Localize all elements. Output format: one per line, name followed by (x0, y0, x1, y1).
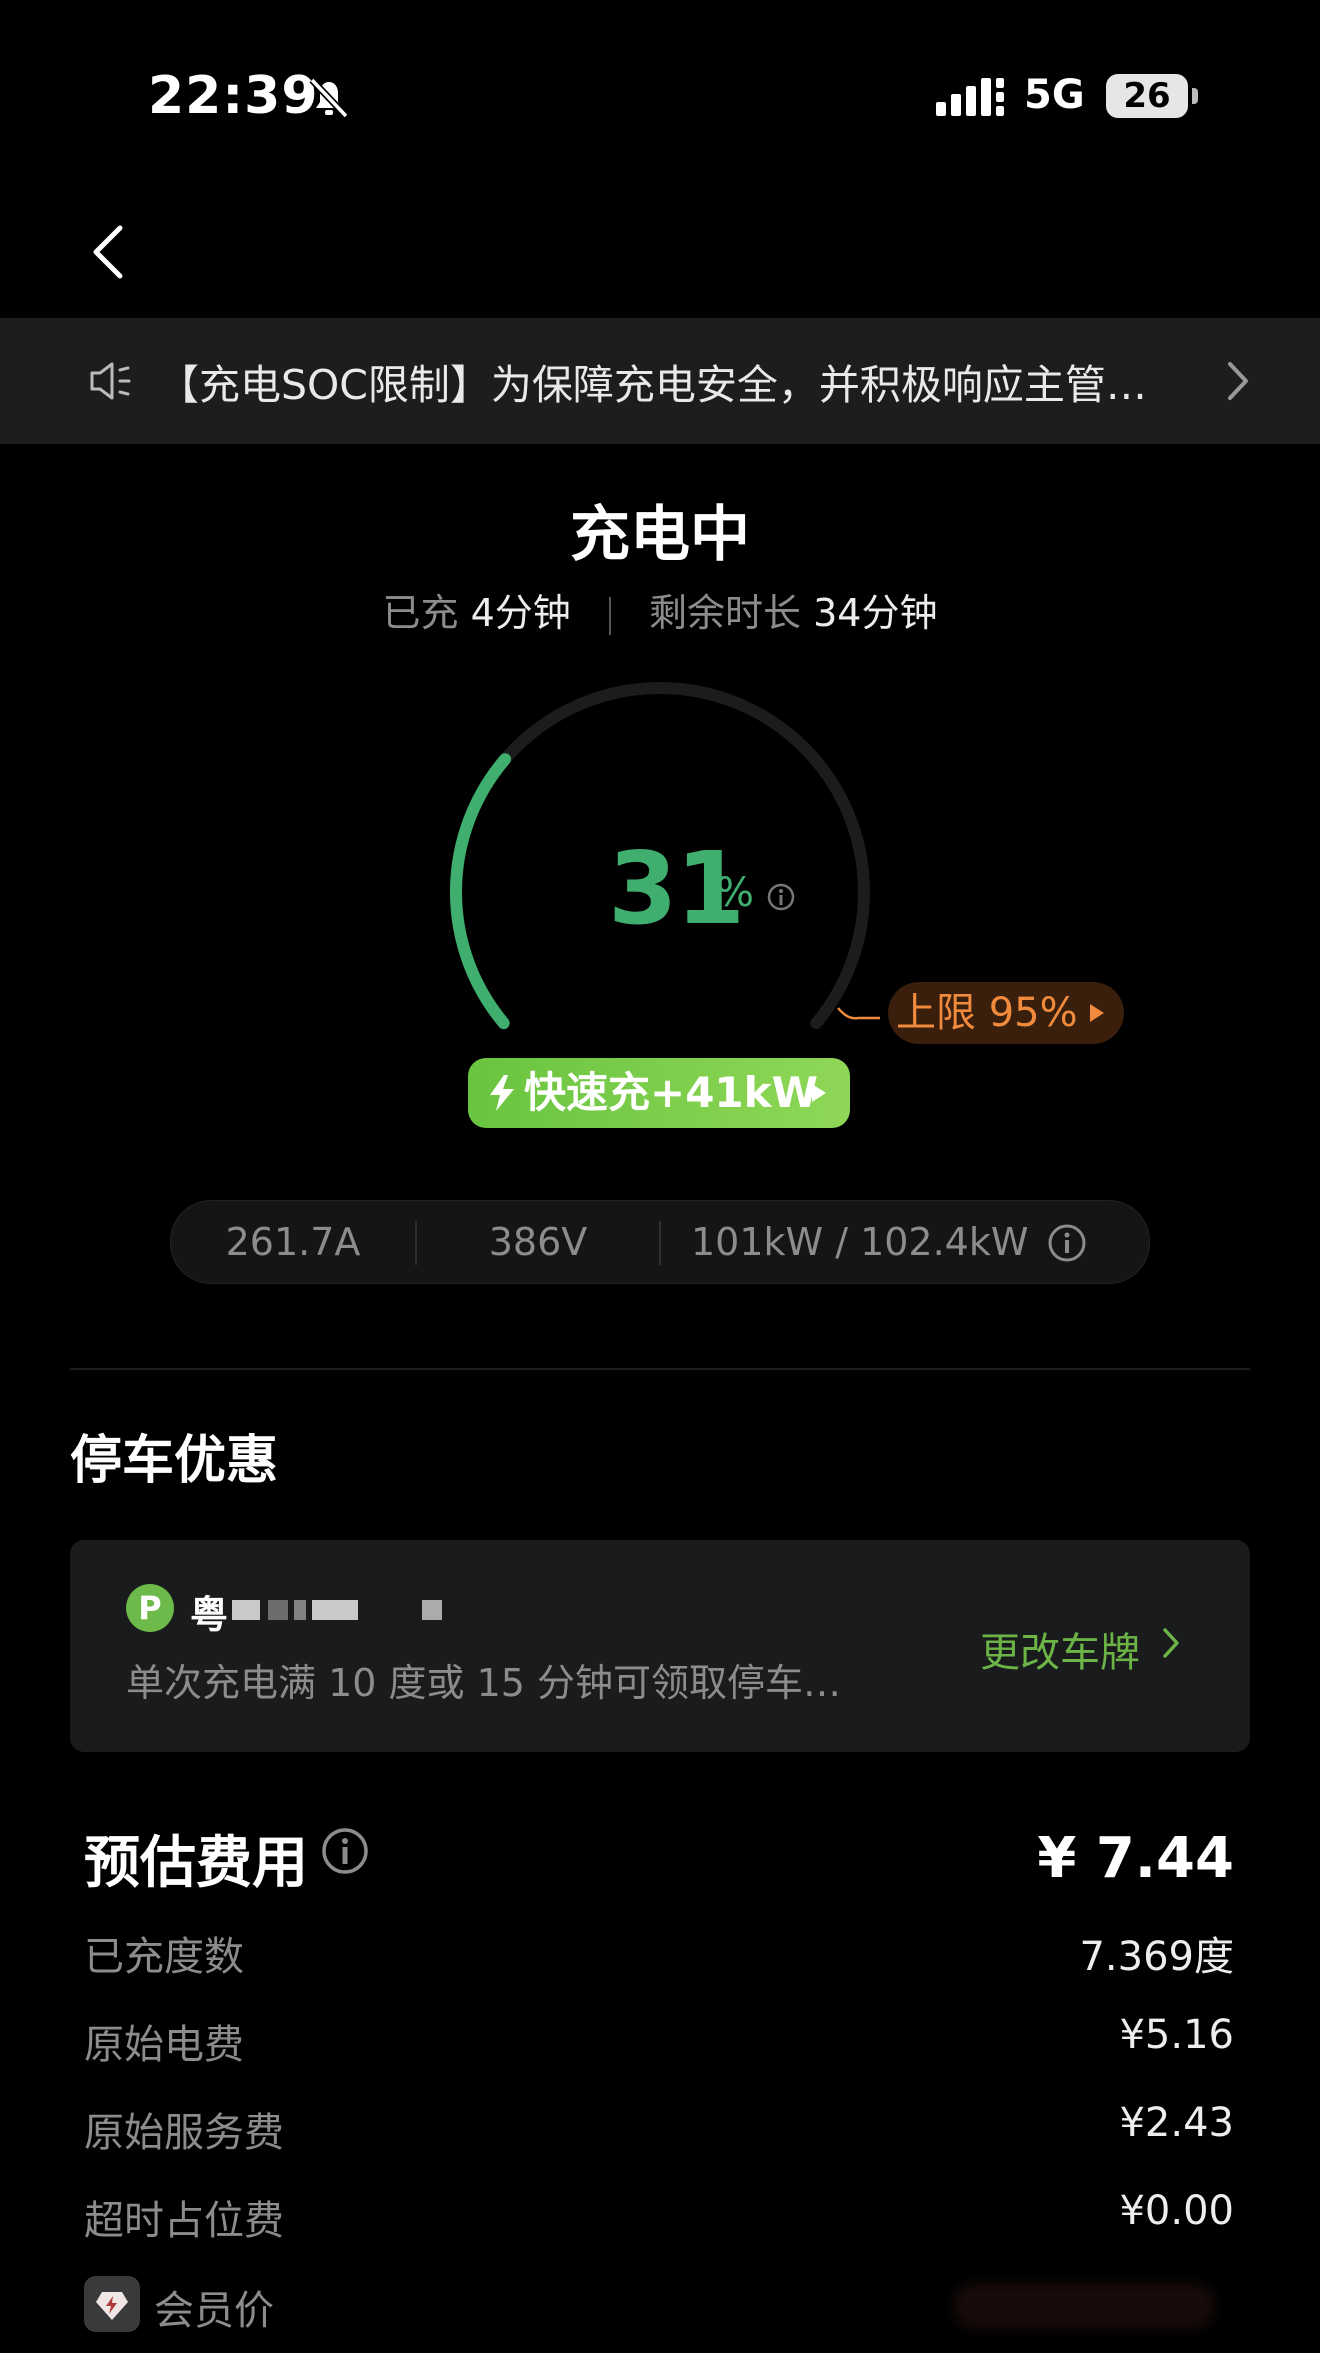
stat-divider (659, 1221, 661, 1265)
member-price-redacted (954, 2284, 1214, 2328)
charge-limit-badge[interactable]: 上限 95% (888, 982, 1124, 1044)
fee-value: ¥5.16 (1119, 2012, 1234, 2058)
fee-label: 超时占位费 (84, 2198, 284, 2244)
member-price-label: 会员价 (154, 2288, 274, 2334)
play-icon (1090, 1004, 1104, 1022)
chevron-right-icon (1163, 1628, 1179, 1658)
status-bar: 22:39 5G 26 (0, 0, 1320, 150)
info-icon[interactable] (320, 1826, 370, 1876)
remaining-label: 剩余时长 (649, 591, 802, 635)
fee-value: ¥0.00 (1119, 2188, 1234, 2234)
chevron-right-icon (1228, 362, 1248, 400)
fee-value: 7.369度 (1079, 1934, 1234, 1980)
fast-charge-badge[interactable]: 快速充+41kW (468, 1058, 850, 1128)
fee-row: 原始服务费 ¥2.43 (84, 2100, 1234, 2160)
signal-icon (936, 78, 1004, 116)
change-plate-link[interactable]: 更改车牌 (980, 1620, 1140, 1678)
section-divider (70, 1368, 1250, 1370)
gauge-fill (450, 753, 512, 1030)
battery-tip (1192, 88, 1198, 104)
info-icon[interactable] (1047, 1223, 1087, 1263)
status-time: 22:39 (148, 66, 319, 126)
lightning-icon (490, 1075, 514, 1111)
charged-label: 已充 (382, 591, 459, 635)
charging-stats-bar: 261.7A 386V 101kW / 102.4kW (170, 1200, 1150, 1284)
network-label: 5G (1024, 72, 1085, 118)
estimated-fee-title: 预估费用 (84, 1831, 308, 1896)
charged-value: 4分钟 (470, 591, 571, 635)
play-icon (812, 1084, 826, 1102)
fee-label: 原始电费 (84, 2022, 244, 2068)
parking-section-title: 停车优惠 (70, 1431, 279, 1491)
notice-text: 【充电SOC限制】为保障充电安全，并积极响应主管… (158, 361, 1147, 409)
member-price-row: 会员价 (84, 2276, 1234, 2338)
remaining-value: 34分钟 (813, 591, 938, 635)
fee-row: 原始电费 ¥5.16 (84, 2012, 1234, 2072)
limit-connector (837, 1007, 880, 1020)
power-value: 101kW / 102.4kW (691, 1220, 1029, 1264)
percent-sign: % (716, 870, 755, 916)
parking-icon: P (126, 1584, 174, 1632)
estimated-fee-total: ¥ 7.44 (1037, 1826, 1234, 1891)
notice-bar[interactable]: 【充电SOC限制】为保障充电安全，并积极响应主管… (0, 318, 1320, 444)
fee-row: 超时占位费 ¥0.00 (84, 2188, 1234, 2248)
member-icon (84, 2276, 140, 2332)
fee-label: 原始服务费 (84, 2110, 284, 2156)
parking-description: 单次充电满 10 度或 15 分钟可领取停车… (126, 1661, 842, 1705)
fee-row: 已充度数 7.369度 (84, 1924, 1234, 1984)
parking-card: P 粤 单次充电满 10 度或 15 分钟可领取停车… 更改车牌 (70, 1540, 1250, 1752)
charging-time-info: 已充 4分钟 剩余时长 34分钟 (0, 582, 1320, 637)
separator (608, 596, 611, 635)
battery-icon: 26 (1106, 74, 1188, 118)
voltage-value: 386V (488, 1220, 588, 1264)
charging-status-title: 充电中 (570, 500, 750, 570)
plate-number-redacted (232, 1596, 442, 1622)
current-value: 261.7A (225, 1220, 361, 1264)
plate-prefix: 粤 (190, 1593, 229, 1637)
fee-label: 已充度数 (84, 1934, 244, 1980)
fee-value: ¥2.43 (1119, 2100, 1234, 2146)
info-icon[interactable] (766, 882, 796, 912)
back-button[interactable] (84, 222, 134, 282)
charge-limit-label: 上限 95% (896, 990, 1078, 1036)
speaker-icon (90, 362, 131, 400)
bell-off-icon (309, 77, 349, 119)
fast-charge-label: 快速充+41kW (524, 1068, 818, 1117)
